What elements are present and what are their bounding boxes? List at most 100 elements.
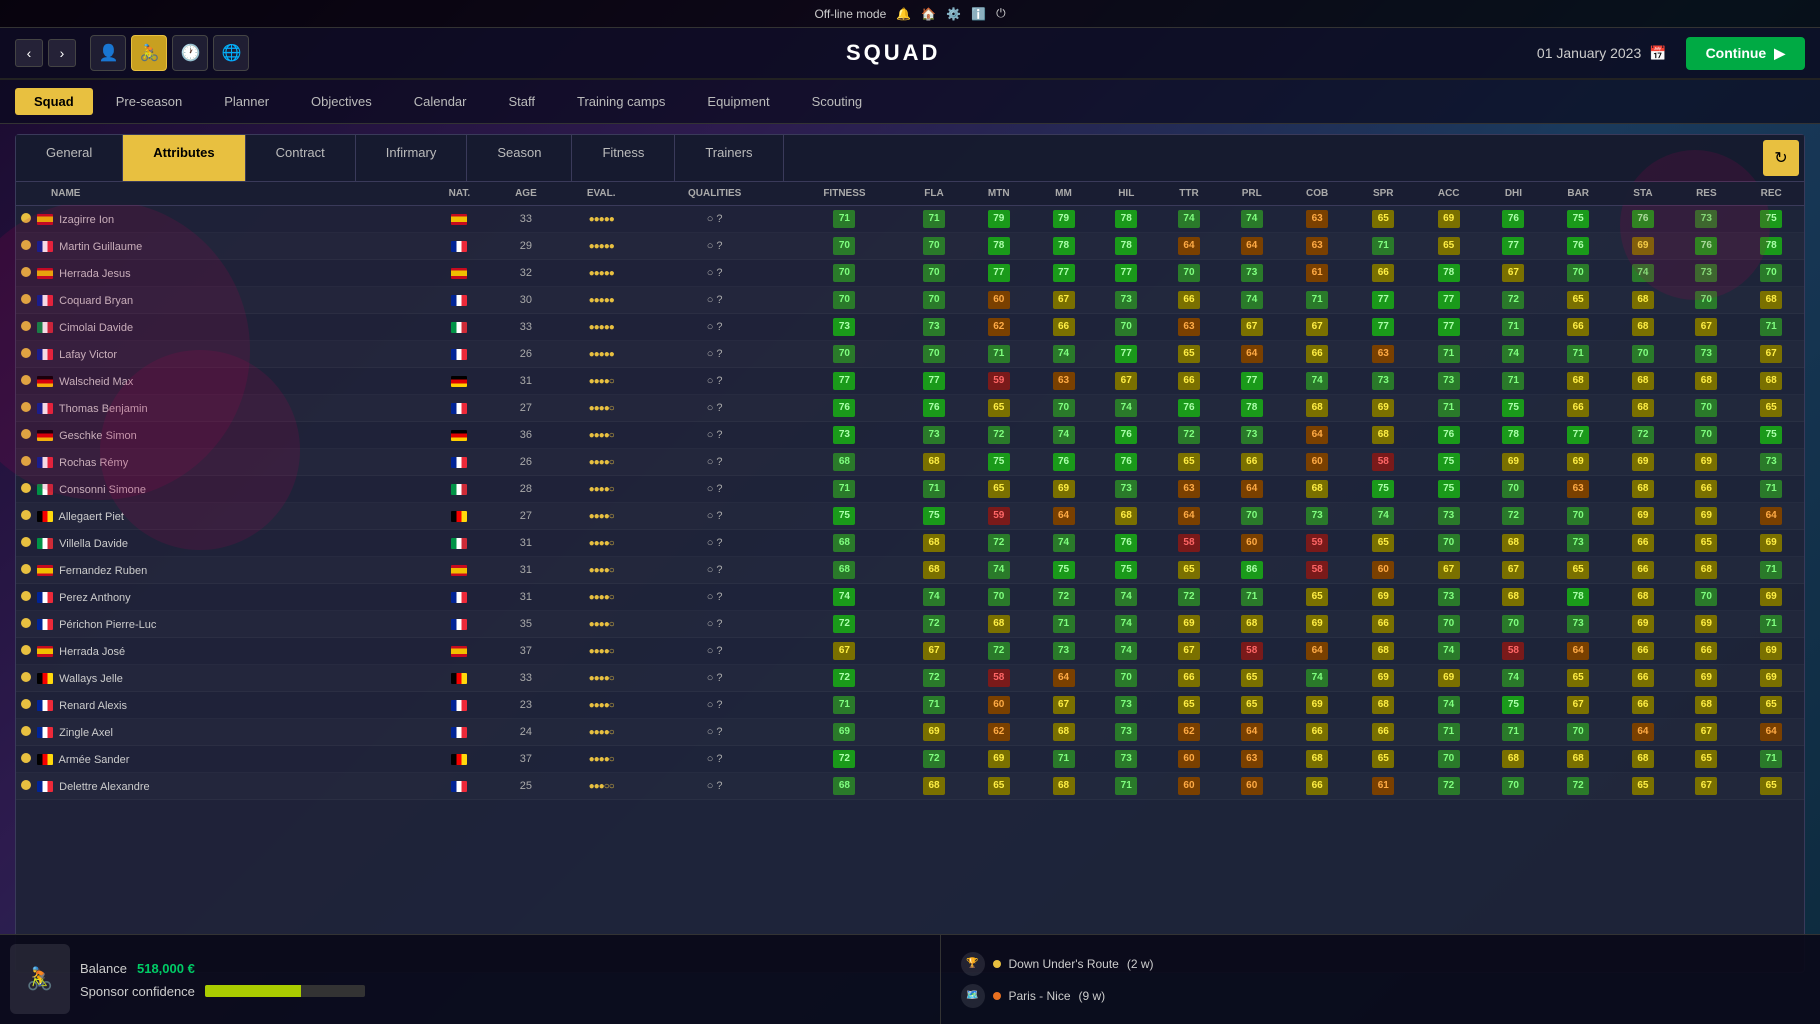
table-row[interactable]: Delettre Alexandre 25 ●●●○○ ○ ? 68 68656… (16, 773, 1804, 800)
power-icon[interactable]: ⏻ (996, 6, 1006, 21)
table-row[interactable]: Lafay Victor 26 ●●●●● ○ ? 70 70717477656… (16, 341, 1804, 368)
table-row[interactable]: Geschke Simon 36 ●●●●○ ○ ? 73 7372747672… (16, 422, 1804, 449)
squad-nav-icon[interactable]: 👤 (90, 35, 126, 71)
globe-nav-icon[interactable]: 🌐 (213, 35, 249, 71)
player-stat-prl: 86 (1220, 557, 1283, 584)
table-row[interactable]: Zingle Axel 24 ●●●●○ ○ ? 69 696268736264… (16, 719, 1804, 746)
table-row[interactable]: Fernandez Ruben 31 ●●●●○ ○ ? 68 68747575… (16, 557, 1804, 584)
player-stat-hil: 76 (1095, 422, 1158, 449)
bell-icon[interactable]: 🔔 (896, 7, 911, 21)
player-name[interactable]: Armée Sander (59, 754, 130, 766)
player-status-dot (21, 321, 31, 331)
player-stat-fla: 76 (903, 395, 966, 422)
tab-scouting[interactable]: Scouting (793, 88, 882, 115)
player-name[interactable]: Périchon Pierre-Luc (59, 619, 156, 631)
player-flag (37, 268, 53, 279)
nav-back-button[interactable]: ‹ (15, 39, 43, 67)
player-name[interactable]: Walscheid Max (59, 376, 133, 388)
tab-squad[interactable]: Squad (15, 88, 93, 115)
player-stat-fla: 75 (903, 503, 966, 530)
player-name[interactable]: Fernandez Ruben (59, 565, 147, 577)
player-name[interactable]: Perez Anthony (59, 592, 131, 604)
tab-training-camps[interactable]: Training camps (558, 88, 684, 115)
player-stat-res: 65 (1674, 530, 1738, 557)
table-row[interactable]: Villella Davide 31 ●●●●○ ○ ? 68 68727476… (16, 530, 1804, 557)
player-stat-spr: 69 (1351, 665, 1415, 692)
info-icon[interactable]: ℹ️ (971, 7, 986, 21)
tab-staff[interactable]: Staff (490, 88, 555, 115)
player-stat-ttr: 65 (1158, 449, 1221, 476)
player-name[interactable]: Coquard Bryan (59, 295, 133, 307)
player-name[interactable]: Zingle Axel (59, 727, 113, 739)
table-row[interactable]: Armée Sander 37 ●●●●○ ○ ? 72 72697173606… (16, 746, 1804, 773)
tab-objectives[interactable]: Objectives (292, 88, 391, 115)
cycle-nav-icon[interactable]: 🚴 (131, 35, 167, 71)
player-stat-mtn: 65 (965, 476, 1032, 503)
player-name[interactable]: Villella Davide (59, 538, 128, 550)
player-age: 31 (493, 530, 560, 557)
table-row[interactable]: Rochas Rémy 26 ●●●●○ ○ ? 68 687576766566… (16, 449, 1804, 476)
subtab-attributes[interactable]: Attributes (123, 135, 245, 181)
table-row[interactable]: Renard Alexis 23 ●●●●○ ○ ? 71 7160677365… (16, 692, 1804, 719)
subtab-season[interactable]: Season (467, 135, 572, 181)
table-row[interactable]: Perez Anthony 31 ●●●●○ ○ ? 74 7470727472… (16, 584, 1804, 611)
player-name[interactable]: Rochas Rémy (59, 457, 128, 469)
subtab-contract[interactable]: Contract (246, 135, 356, 181)
player-name[interactable]: Herrada José (59, 646, 125, 658)
refresh-button[interactable]: ↻ (1763, 140, 1799, 176)
player-name[interactable]: Renard Alexis (59, 700, 127, 712)
player-stat-ttr: 65 (1158, 341, 1221, 368)
player-stat-bar: 65 (1545, 665, 1612, 692)
table-row[interactable]: Allegaert Piet 27 ●●●●○ ○ ? 75 755964686… (16, 503, 1804, 530)
table-row[interactable]: Coquard Bryan 30 ●●●●● ○ ? 70 7060677366… (16, 287, 1804, 314)
table-row[interactable]: Izagirre Ion 33 ●●●●● ○ ? 71 71797978747… (16, 206, 1804, 233)
table-row[interactable]: Herrada José 37 ●●●●○ ○ ? 67 67727374675… (16, 638, 1804, 665)
subtab-fitness[interactable]: Fitness (572, 135, 675, 181)
calendar-icon[interactable]: 📅 (1649, 45, 1666, 62)
player-qualities: ○ ? (643, 530, 786, 557)
player-stat-bar: 68 (1545, 746, 1612, 773)
table-row[interactable]: Walscheid Max 31 ●●●●○ ○ ? 77 7759636766… (16, 368, 1804, 395)
player-name-cell: Walscheid Max (16, 368, 426, 395)
player-name[interactable]: Allegaert Piet (59, 511, 124, 523)
player-nat (426, 611, 492, 638)
player-name[interactable]: Martin Guillaume (59, 241, 142, 253)
player-name[interactable]: Geschke Simon (59, 430, 137, 442)
home-icon[interactable]: 🏠 (921, 7, 936, 21)
player-stat-spr: 58 (1351, 449, 1415, 476)
clock-nav-icon[interactable]: 🕐 (172, 35, 208, 71)
subtab-trainers[interactable]: Trainers (675, 135, 783, 181)
tab-planner[interactable]: Planner (205, 88, 288, 115)
player-fitness: 73 (786, 422, 902, 449)
player-name[interactable]: Consonni Simone (59, 484, 146, 496)
subtab-infirmary[interactable]: Infirmary (356, 135, 468, 181)
nav-forward-button[interactable]: › (48, 39, 76, 67)
bottom-left: Balance 518,000 € Sponsor confidence (0, 935, 940, 1024)
table-row[interactable]: Consonni Simone 28 ●●●●○ ○ ? 71 71656973… (16, 476, 1804, 503)
table-row[interactable]: Cimolai Davide 33 ●●●●● ○ ? 73 736266706… (16, 314, 1804, 341)
player-name[interactable]: Thomas Benjamin (59, 403, 148, 415)
table-row[interactable]: Périchon Pierre-Luc 35 ●●●●○ ○ ? 72 7268… (16, 611, 1804, 638)
continue-button[interactable]: Continue ▶ (1686, 37, 1805, 70)
player-name[interactable]: Lafay Victor (59, 349, 117, 361)
tab-equipment[interactable]: Equipment (688, 88, 788, 115)
player-name[interactable]: Izagirre Ion (59, 214, 114, 226)
player-name[interactable]: Wallays Jelle (59, 673, 123, 685)
table-row[interactable]: Thomas Benjamin 27 ●●●●○ ○ ? 76 76657074… (16, 395, 1804, 422)
player-stat-sta: 69 (1612, 611, 1675, 638)
table-row[interactable]: Martin Guillaume 29 ●●●●● ○ ? 70 7078787… (16, 233, 1804, 260)
player-stat-spr: 69 (1351, 395, 1415, 422)
table-row[interactable]: Herrada Jesus 32 ●●●●● ○ ? 70 7077777770… (16, 260, 1804, 287)
player-name[interactable]: Herrada Jesus (59, 268, 131, 280)
player-status-dot (21, 483, 31, 493)
player-name-cell: Allegaert Piet (16, 503, 426, 530)
subtab-general[interactable]: General (16, 135, 123, 181)
tab-calendar[interactable]: Calendar (395, 88, 486, 115)
player-stat-bar: 66 (1545, 395, 1612, 422)
players-table-container[interactable]: NAME NAT. AGE EVAL. QUALITIES FITNESS FL… (16, 182, 1804, 972)
tab-preseason[interactable]: Pre-season (97, 88, 201, 115)
table-row[interactable]: Wallays Jelle 33 ●●●●○ ○ ? 72 7258647066… (16, 665, 1804, 692)
player-name[interactable]: Cimolai Davide (59, 322, 133, 334)
settings-icon[interactable]: ⚙️ (946, 7, 961, 21)
player-name[interactable]: Delettre Alexandre (59, 781, 150, 793)
